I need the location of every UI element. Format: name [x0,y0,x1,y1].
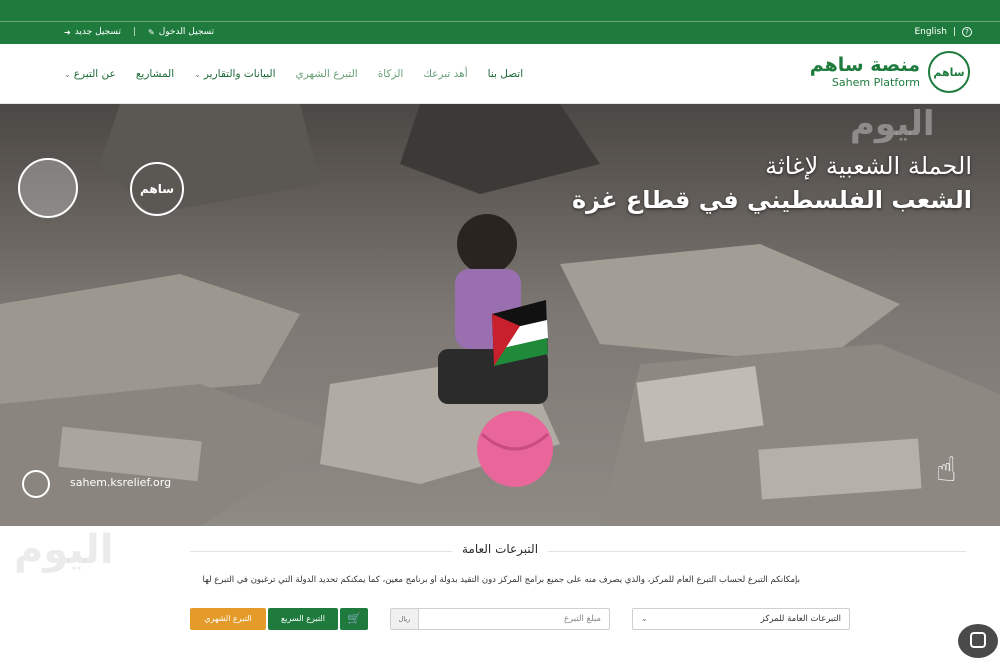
add-to-cart-button[interactable]: 🛒 [340,608,368,630]
nav-item-label: اتصل بنا [487,68,524,80]
lens-icon [970,632,986,648]
edit-icon: ✎ [148,27,155,37]
nav-item-label: البيانات والتقارير [203,68,276,80]
language-separator: | [952,27,956,37]
top-bar: ➜ تسجيل جديد | ✎ تسجيل الدخول English | … [0,0,1000,44]
amount-placeholder: مبلغ التبرع [563,614,601,624]
nav-item-label: أهد تبرعك [423,68,468,80]
auth-links: ➜ تسجيل جديد | ✎ تسجيل الدخول [64,27,214,37]
register-link[interactable]: تسجيل جديد [75,27,121,37]
login-link[interactable]: تسجيل الدخول [159,27,214,37]
donation-amount-input[interactable]: مبلغ التبرع ريال [390,608,610,630]
monthly-donate-button[interactable]: التبرع الشهري [190,608,266,630]
watermark-text: اليوم [850,104,935,144]
sahem-logo-icon: ساهم [928,51,970,93]
donation-description: بإمكانكم التبرع لحساب التبرع العام للمرك… [202,575,801,585]
nav-item-label: المشاريع [135,68,175,80]
language-area: English | ? [914,27,972,37]
logo-arabic: منصة ساهم [809,54,920,76]
language-link[interactable]: English [914,27,947,37]
nav-item-label: التبرع الشهري [295,68,358,80]
donation-type-value: التبرعات العامة للمركز [760,614,841,624]
site-logo[interactable]: منصة ساهم Sahem Platform ساهم [810,51,970,93]
section-divider-right [548,551,966,552]
nav-item-about-donation[interactable]: عن التبرع ⌄ [64,68,116,80]
nav-item-contact[interactable]: اتصل بنا [488,68,524,80]
sahem-logo-icon: ساهم [130,162,184,216]
section-title: التبرعات العامة [461,542,539,556]
nav-item-label: الزكاة [377,68,404,80]
nav-item-projects[interactable]: المشاريع [136,68,174,80]
hero-title-line2: الشعب الفلسطيني في قطاع غزة [571,186,972,214]
donation-type-select[interactable]: التبرعات العامة للمركز ⌄ [632,608,850,630]
nav-item-gift-donation[interactable]: أهد تبرعك [423,68,467,80]
nav-menu: عن التبرع ⌄ المشاريع البيانات والتقارير ⌄ … [64,44,523,104]
image-search-icon[interactable] [958,624,998,658]
main-navigation: عن التبرع ⌄ المشاريع البيانات والتقارير ⌄ … [0,44,1000,104]
logo-text: منصة ساهم Sahem Platform [810,54,920,90]
hero-url: sahem.ksrelief.org [70,476,172,489]
hero-banner: اليوم ساهم الحملة الشعبية لإغاثة الشعب ا… [0,104,1000,526]
ksrelief-logo-icon [18,158,78,218]
chevron-down-icon: ⌄ [64,69,71,79]
question-icon[interactable]: ? [962,27,972,37]
nav-item-label: عن التبرع [73,68,116,80]
login-icon: ➜ [64,27,71,37]
nav-item-monthly-donation[interactable]: التبرع الشهري [296,68,358,80]
nav-item-data-reports[interactable]: البيانات والتقارير ⌄ [194,68,275,80]
auth-separator: | [132,27,137,37]
pointer-hand-icon: ☝ [936,450,957,490]
currency-label: ريال [391,609,419,629]
top-bar-divider [0,21,1000,22]
chevron-down-icon: ⌄ [194,69,201,79]
nav-item-zakat[interactable]: الزكاة [378,68,404,80]
logo-english: Sahem Platform [831,76,920,89]
share-icon [22,470,50,498]
chevron-down-icon: ⌄ [641,614,648,623]
cart-icon: 🛒 [347,612,361,625]
hero-title-line1: الحملة الشعبية لإغاثة [765,152,972,180]
quick-donate-button[interactable]: التبرع السريع [268,608,338,630]
